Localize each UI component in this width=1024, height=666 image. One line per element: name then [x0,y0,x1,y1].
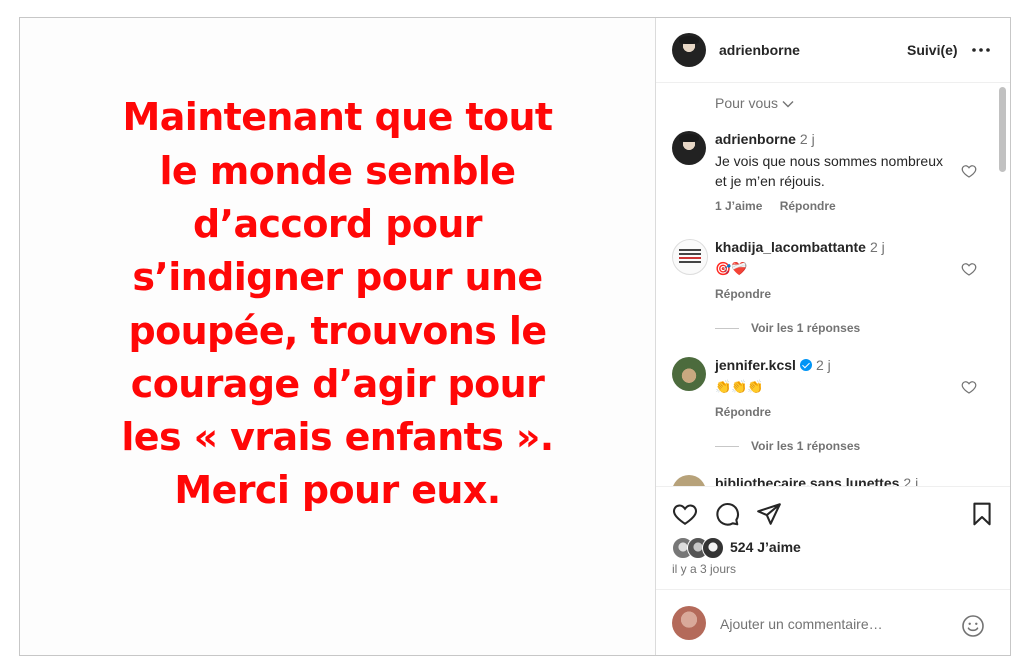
reply-button[interactable]: Répondre [715,287,771,301]
comment-time: 2 j [869,239,885,255]
reply-button[interactable]: Répondre [715,405,771,419]
comment-likes[interactable]: 1 J’aime [715,199,762,213]
bookmark-icon[interactable] [969,501,995,527]
comments-list[interactable]: Pour vous adrienborne 2 j Je vois que nou… [656,83,1010,486]
author-avatar[interactable] [672,33,706,67]
replies-divider [715,327,739,329]
following-button[interactable]: Suivi(e) [907,42,958,58]
post-text-line: poupée, trouvons le [128,308,547,353]
likes-count[interactable]: 524 J’aime [730,539,801,555]
comment-header: bibliothecaire.sans.lunettes 2 j [715,475,918,486]
comment-time: 2 j [903,475,919,486]
comment-icon[interactable] [714,501,740,527]
post-text-line: Maintenant que tout [122,95,554,140]
post-image: Maintenant que tout le monde semble d’ac… [20,18,656,655]
view-replies-label: Voir les 1 réponses [751,321,861,335]
comment-header: jennifer.kcsl 2 j [715,357,831,373]
add-comment-bar [656,589,1010,655]
comment-avatar[interactable] [672,239,708,275]
post-text-line: s’indigner pour une [132,255,543,300]
view-replies-button[interactable]: Voir les 1 réponses [715,321,860,335]
comment-input[interactable] [720,614,955,634]
post-timestamp: il y a 3 jours [672,562,737,576]
post-text-line: d’accord pour [193,201,483,246]
heart-icon[interactable] [961,379,977,395]
comment-text: 👏👏👏 [715,379,764,394]
chevron-down-icon [782,101,794,108]
comment-header: adrienborne 2 j [715,131,815,147]
comment-username[interactable]: jennifer.kcsl [715,357,796,373]
scrollbar-thumb[interactable] [999,87,1006,172]
author-username[interactable]: adrienborne [719,42,800,58]
comment-meta: Répondre [715,287,785,301]
verified-badge-icon [799,359,812,371]
comment-username[interactable]: adrienborne [715,131,796,147]
post-text-line: le monde semble [159,148,517,193]
comments-scrollbar[interactable] [996,83,1010,486]
comment-meta: 1 J’aime Répondre [715,199,850,213]
view-replies-label: Voir les 1 réponses [751,439,861,453]
comment-header: khadija_lacombattante 2 j [715,239,885,255]
post-sidebar: adrienborne Suivi(e) Pour vous adrienbor… [656,18,1010,655]
smiley-icon[interactable] [961,614,985,638]
view-replies-button[interactable]: Voir les 1 réponses [715,439,860,453]
liker-avatar [702,537,724,559]
current-user-avatar [672,606,706,640]
comment-meta: Répondre [715,405,785,419]
post-text-line: Merci pour eux. [174,468,501,513]
comment-avatar[interactable] [672,131,706,165]
comment-sort-dropdown[interactable]: Pour vous [715,95,794,111]
comment-username[interactable]: khadija_lacombattante [715,239,866,255]
post-image-text: Maintenant que tout le monde semble d’ac… [111,91,563,517]
likers-avatars[interactable] [672,537,726,559]
comment-avatar[interactable] [672,357,706,391]
heart-icon[interactable] [672,501,698,527]
replies-divider [715,445,739,447]
comment-text: 🎯❤️‍🩹 [715,261,748,276]
post-actions: 524 J’aime il y a 3 jours [656,486,1010,655]
heart-icon[interactable] [961,261,977,277]
comment-text: Je vois que nous sommes nombreux et je m… [715,153,943,189]
comment-username[interactable]: bibliothecaire.sans.lunettes [715,475,899,486]
comment-time: 2 j [815,357,831,373]
more-horizontal-icon[interactable] [971,42,991,58]
post-header: adrienborne Suivi(e) [656,18,1010,83]
comment-time: 2 j [799,131,815,147]
instagram-post-dialog: Maintenant que tout le monde semble d’ac… [19,17,1011,656]
send-icon[interactable] [756,501,782,527]
post-text-line: les « vrais enfants ». [121,415,554,460]
comment-sort-label: Pour vous [715,95,779,111]
comment-avatar[interactable] [672,475,706,486]
heart-icon[interactable] [961,163,977,179]
reply-button[interactable]: Répondre [780,199,836,213]
post-text-line: courage d’agir pour [130,361,545,406]
